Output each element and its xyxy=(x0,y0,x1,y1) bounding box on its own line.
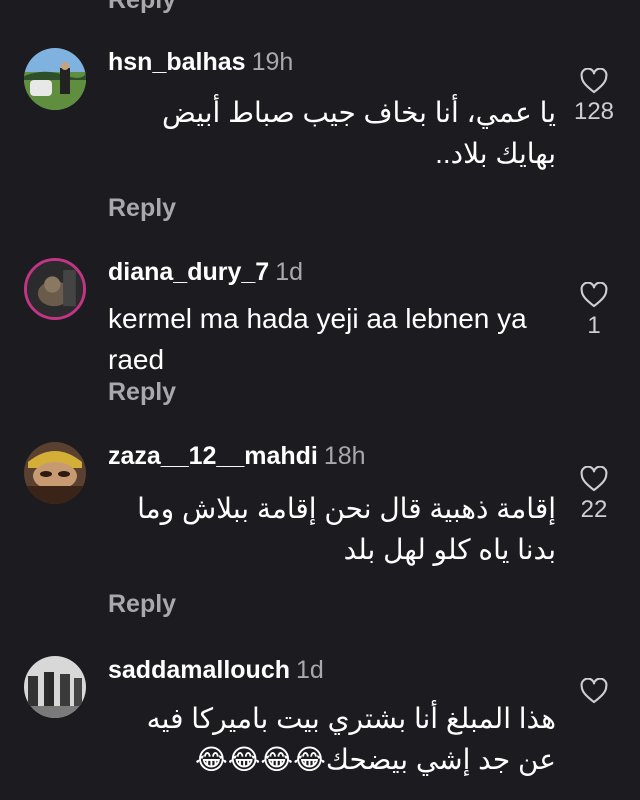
comment-text: kermel ma hada yeji aa lebnen ya raed xyxy=(108,303,527,375)
comment-text: إقامة ذهبية قال نحن إقامة ببلاش وما بدنا… xyxy=(137,493,556,565)
timestamp: 19h xyxy=(251,48,294,76)
reply-button[interactable]: Reply xyxy=(108,590,176,619)
avatar[interactable] xyxy=(24,442,86,504)
heart-outline-icon[interactable] xyxy=(580,466,608,492)
like-count: 1 xyxy=(587,312,601,339)
comment-text: يا عمي، أنا بخاف جيب صباط أبيض بهايك بلا… xyxy=(161,97,556,169)
comment-header: saddamallouch 1d xyxy=(108,656,324,685)
comment-header: zaza__12__mahdi 18h xyxy=(108,442,366,471)
username[interactable]: saddamallouch xyxy=(108,656,290,684)
avatar[interactable] xyxy=(24,48,86,110)
reply-button[interactable]: Reply xyxy=(108,378,176,407)
like-count: 22 xyxy=(580,496,608,523)
avatar[interactable] xyxy=(24,656,86,718)
heart-outline-icon[interactable] xyxy=(580,282,608,308)
username[interactable]: diana_dury_7 xyxy=(108,258,269,286)
heart-outline-icon[interactable] xyxy=(580,678,608,704)
avatar[interactable] xyxy=(24,258,86,320)
reply-button[interactable]: Reply xyxy=(108,194,176,223)
like-control[interactable] xyxy=(570,678,618,704)
heart-outline-icon[interactable] xyxy=(580,68,608,94)
reply-button[interactable]: Reply xyxy=(108,0,176,15)
comment-text: هذا المبلغ أنا بشتري بيت باميركا فيه عن … xyxy=(146,703,556,775)
username[interactable]: zaza__12__mahdi xyxy=(108,442,318,470)
comment-header: diana_dury_7 1d xyxy=(108,258,303,287)
timestamp: 18h xyxy=(323,442,366,470)
like-control[interactable]: 1 xyxy=(570,282,618,340)
comment-header: hsn_balhas 19h xyxy=(108,48,293,77)
timestamp: 1d xyxy=(275,258,303,286)
timestamp: 1d xyxy=(296,656,324,684)
like-count: 128 xyxy=(573,98,615,125)
username[interactable]: hsn_balhas xyxy=(108,48,246,76)
like-control[interactable]: 22 xyxy=(570,466,618,524)
like-control[interactable]: 128 xyxy=(570,68,618,126)
